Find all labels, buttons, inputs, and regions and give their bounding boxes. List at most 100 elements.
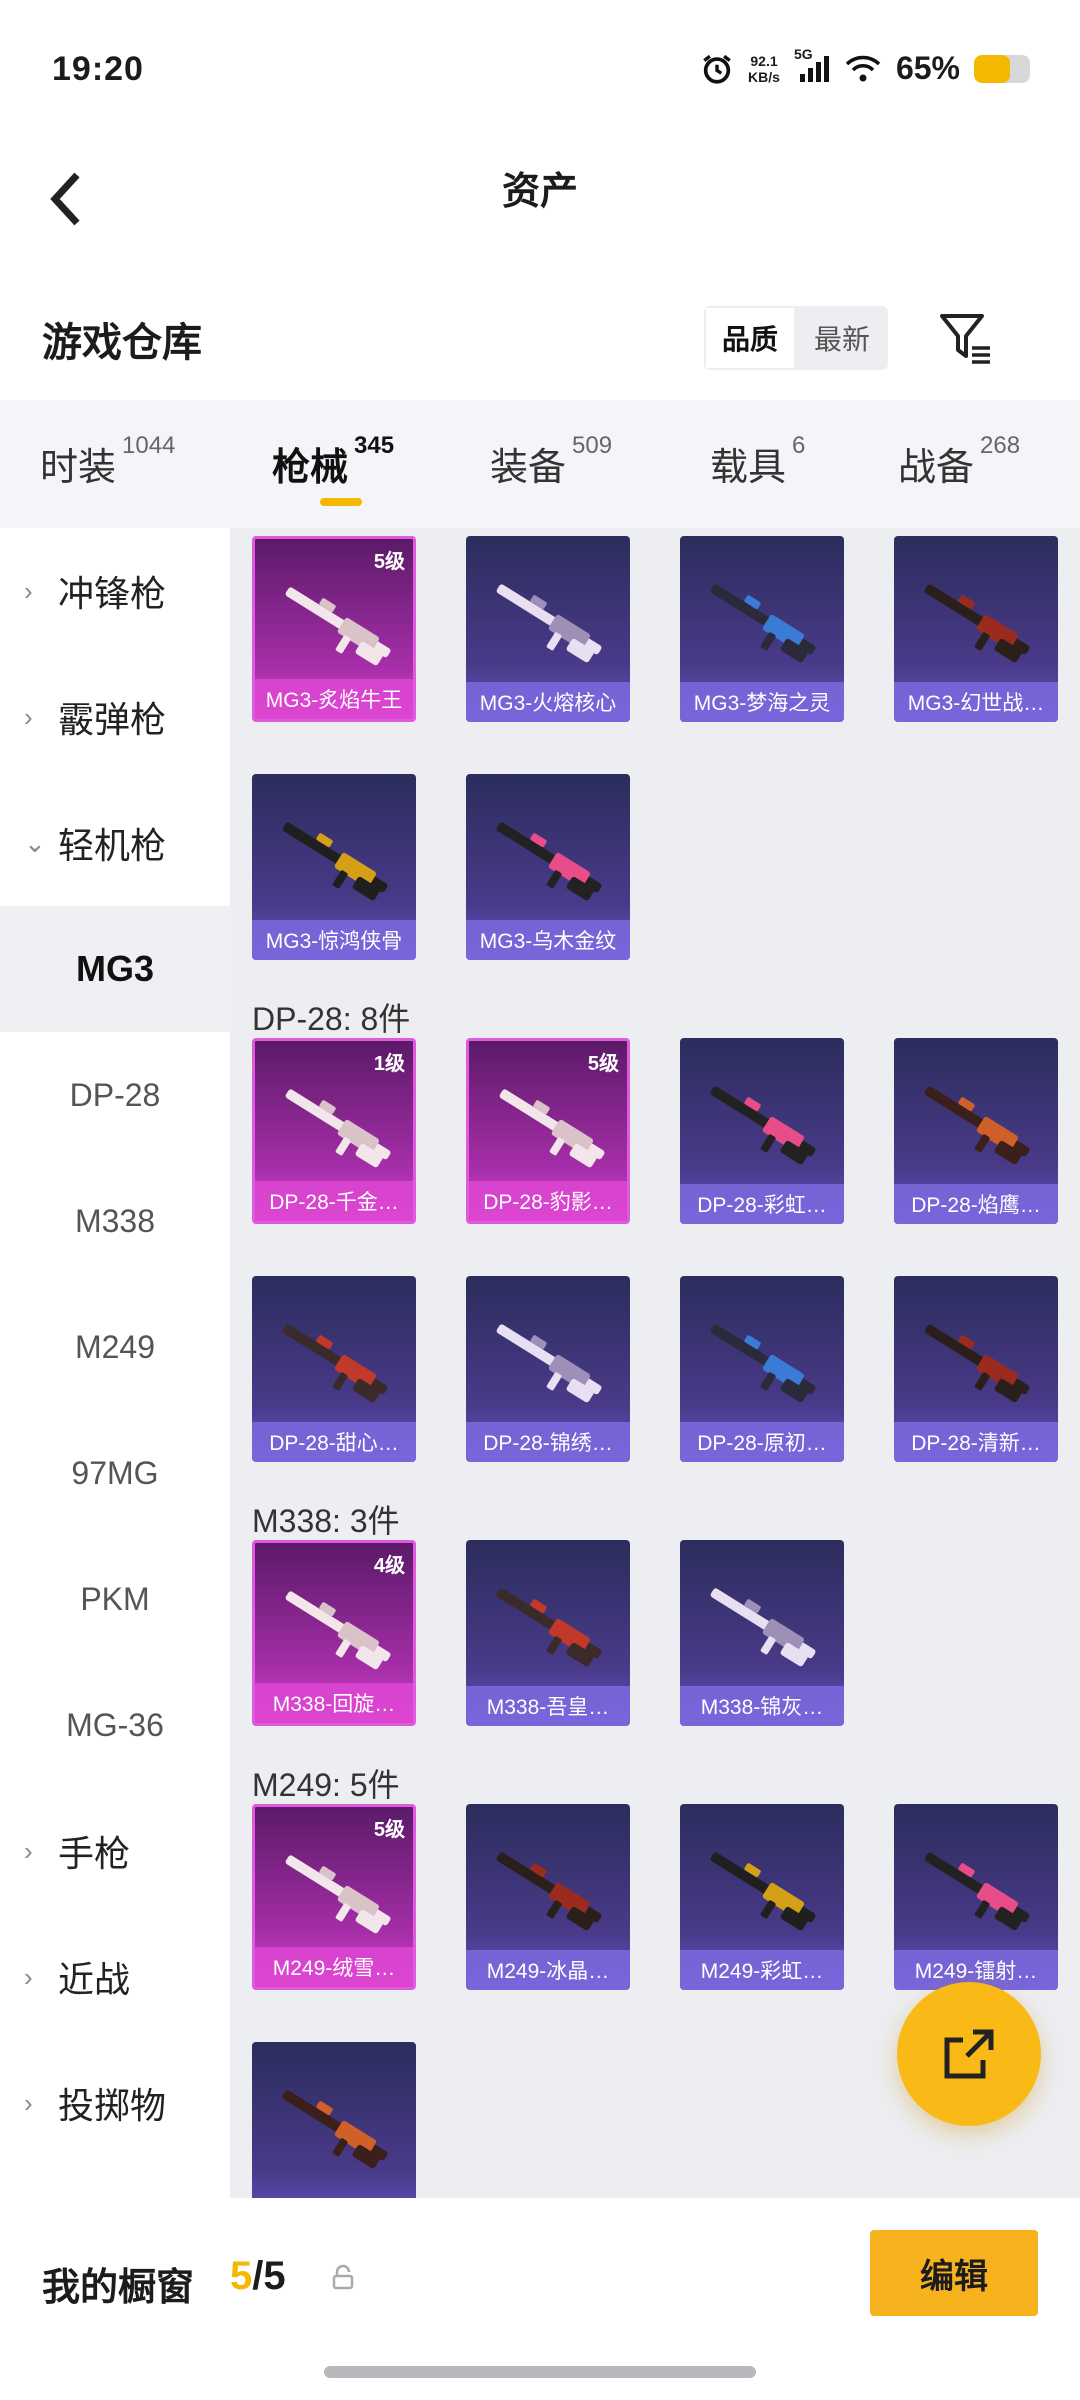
weapon-name: MG3-梦海之灵 <box>680 682 844 722</box>
share-external-icon <box>944 2029 994 2079</box>
status-bar: 19:20 92.1 KB/s 5G 65% <box>0 0 1080 140</box>
sidebar-category[interactable]: › 冲锋枪 <box>0 528 230 654</box>
weapon-name: DP-28-彩虹… <box>680 1184 844 1224</box>
edit-button[interactable]: 编辑 <box>870 2230 1038 2316</box>
group-title: M249: 5件 <box>252 1767 400 1803</box>
weapon-name: DP-28-清新… <box>894 1422 1058 1462</box>
weapon-card[interactable]: DP-28-彩虹… <box>680 1038 844 1224</box>
tab-combat-gear[interactable]: 战备268 <box>898 432 1020 491</box>
weapon-card[interactable]: 5级 M249-绒雪… <box>252 1804 416 1990</box>
level-badge: 5级 <box>587 1053 619 1075</box>
tab-vehicles[interactable]: 载具6 <box>710 432 805 491</box>
header: 资产 <box>0 140 1080 270</box>
warehouse-bar: 游戏仓库 品质 最新 <box>0 270 1080 400</box>
weapon-image <box>499 1089 605 1168</box>
sidebar-item-label: 手枪 <box>58 1833 131 1874</box>
sidebar-subitem[interactable]: MG3 <box>0 906 230 1032</box>
weapon-card[interactable]: M249-彩虹… <box>680 1804 844 1990</box>
weapon-grid: 5级 MG3-炙焰牛王 MG3-火熔核心 MG3-梦海之灵 MG3-幻世战… MG3-惊鸿… <box>230 528 1080 2198</box>
weapon-image <box>285 1089 391 1168</box>
weapon-name: DP-28-豹影… <box>469 1181 627 1221</box>
weapon-image <box>924 1852 1030 1931</box>
level-badge: 4级 <box>373 1555 405 1577</box>
weapon-image <box>924 1086 1030 1165</box>
weapon-card[interactable]: 5级 MG3-炙焰牛王 <box>252 536 416 722</box>
sidebar-category[interactable]: › 手枪 <box>0 1788 230 1914</box>
weapon-image <box>496 584 602 663</box>
signal-icon: 5G <box>794 46 830 84</box>
battery-percent: 65% <box>895 50 960 86</box>
sort-quality-option[interactable]: 品质 <box>704 306 796 370</box>
tab-fashion[interactable]: 时装1044 <box>40 432 175 491</box>
tab-equipment[interactable]: 装备509 <box>490 432 612 491</box>
weapon-image <box>710 1086 816 1165</box>
alarm-icon <box>703 54 731 84</box>
weapon-type-sidebar: › 冲锋枪 › 霰弹枪 ⌄ 轻机枪 MG3 DP-28 M338 M249 97MG PKM MG-36… <box>0 528 230 2198</box>
weapon-card[interactable]: MG3-幻世战… <box>894 536 1058 722</box>
chevron-right-icon: › <box>24 2087 33 2118</box>
sort-newest-option[interactable]: 最新 <box>796 306 888 370</box>
chevron-down-icon: ⌄ <box>24 827 46 858</box>
weapon-card[interactable]: DP-28-原初… <box>680 1276 844 1462</box>
weapon-name: M338-吾皇… <box>466 1686 630 1726</box>
sidebar-category[interactable]: › 霰弹枪 <box>0 654 230 780</box>
weapon-image <box>710 1588 816 1667</box>
weapon-image <box>282 2090 388 2169</box>
weapon-card[interactable]: MG3-乌木金纹 <box>466 774 630 960</box>
weapon-card[interactable]: DP-28-清新… <box>894 1276 1058 1462</box>
sidebar-category[interactable]: › 投掷物 <box>0 2040 230 2166</box>
weapon-name: MG3-惊鸿侠骨 <box>252 920 416 960</box>
weapon-card[interactable]: MG3-惊鸿侠骨 <box>252 774 416 960</box>
share-button[interactable] <box>897 1982 1041 2126</box>
weapon-image <box>282 822 388 901</box>
weapon-name: M338-回旋… <box>255 1683 413 1723</box>
sidebar-item-label: 冲锋枪 <box>58 573 167 614</box>
weapon-card[interactable] <box>252 2042 416 2198</box>
home-indicator[interactable] <box>324 2366 756 2378</box>
sidebar-category[interactable]: › 近战 <box>0 1914 230 2040</box>
category-tabs: 时装1044 枪械345 装备509 载具6 战备268 <box>0 400 1080 528</box>
weapon-card[interactable]: MG3-梦海之灵 <box>680 536 844 722</box>
battery-icon <box>974 54 1030 83</box>
weapon-card[interactable]: DP-28-锦绣… <box>466 1276 630 1462</box>
weapon-image <box>710 584 816 663</box>
sidebar-item-label: M338 <box>74 1202 156 1239</box>
sidebar-subitem[interactable]: M249 <box>0 1284 230 1410</box>
weapon-name: M338-锦灰… <box>680 1686 844 1726</box>
group-title: DP-28: 8件 <box>252 1001 411 1037</box>
weapon-name: DP-28-锦绣… <box>466 1422 630 1462</box>
sidebar-subitem[interactable]: MG-36 <box>0 1662 230 1788</box>
weapon-card[interactable]: M249-冰晶… <box>466 1804 630 1990</box>
sidebar-item-label: DP-28 <box>69 1076 161 1113</box>
sidebar-subitem[interactable]: M338 <box>0 1158 230 1284</box>
tab-firearms[interactable]: 枪械345 <box>272 432 394 491</box>
filter-icon <box>940 314 990 364</box>
chevron-right-icon: › <box>24 1961 33 1992</box>
filter-button[interactable] <box>936 308 996 368</box>
weapon-name: DP-28-原初… <box>680 1422 844 1462</box>
weapon-image <box>924 1324 1030 1403</box>
sort-toggle: 品质 最新 <box>704 306 888 370</box>
weapon-card[interactable]: 5级 DP-28-豹影… <box>466 1038 630 1224</box>
sidebar-subitem[interactable]: PKM <box>0 1536 230 1662</box>
weapon-card[interactable]: M338-吾皇… <box>466 1540 630 1726</box>
sidebar-category[interactable]: ⌄ 轻机枪 <box>0 780 230 906</box>
warehouse-title: 游戏仓库 <box>42 321 202 365</box>
weapon-name: M249-彩虹… <box>680 1950 844 1990</box>
weapon-image <box>924 584 1030 663</box>
weapon-image <box>710 1324 816 1403</box>
weapon-image <box>285 1591 391 1670</box>
weapon-card[interactable]: 1级 DP-28-千金… <box>252 1038 416 1224</box>
group-title: M338: 3件 <box>252 1503 400 1539</box>
weapon-card[interactable]: DP-28-焰鹰… <box>894 1038 1058 1224</box>
weapon-card[interactable]: DP-28-甜心… <box>252 1276 416 1462</box>
sidebar-item-label: 轻机枪 <box>58 825 167 866</box>
sidebar-item-label: MG3 <box>75 948 154 989</box>
weapon-card[interactable]: M338-锦灰… <box>680 1540 844 1726</box>
weapon-image <box>496 822 602 901</box>
weapon-card[interactable]: 4级 M338-回旋… <box>252 1540 416 1726</box>
sidebar-subitem[interactable]: 97MG <box>0 1410 230 1536</box>
weapon-card[interactable]: MG3-火熔核心 <box>466 536 630 722</box>
weapon-card[interactable]: M249-镭射… <box>894 1804 1058 1990</box>
sidebar-subitem[interactable]: DP-28 <box>0 1032 230 1158</box>
